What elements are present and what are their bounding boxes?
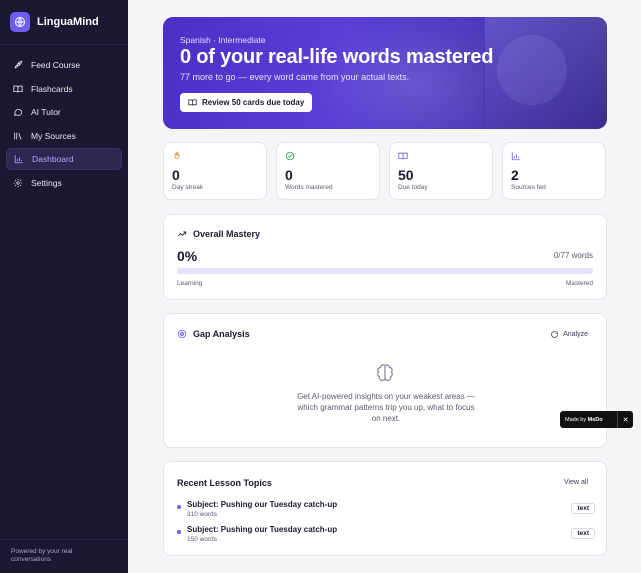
- card-title-text: Recent Lesson Topics: [177, 478, 272, 488]
- hero-description: 77 more to go — every word came from you…: [180, 72, 410, 82]
- topic-word-count: 150 words: [187, 536, 217, 543]
- brain-icon: [377, 364, 393, 382]
- brand[interactable]: LinguaMind: [10, 12, 99, 32]
- bullet-dot: [177, 505, 181, 509]
- stat-value: 50: [398, 167, 414, 183]
- topic-word-count: 310 words: [187, 511, 217, 518]
- rocket-icon: [14, 60, 23, 69]
- sidebar-item-settings[interactable]: Settings: [6, 172, 122, 194]
- mastery-progress-bar: [177, 268, 593, 274]
- stat-value: 2: [511, 167, 519, 183]
- gear-icon: [13, 178, 23, 187]
- made-by-brand: MeDo: [587, 416, 603, 423]
- stat-label: Due today: [398, 184, 428, 191]
- gap-analysis-card: Gap Analysis Analyze Get AI-powered insi…: [163, 313, 607, 448]
- sidebar-divider: [0, 44, 128, 45]
- analyze-label: Analyze: [563, 331, 588, 338]
- hero-banner: Spanish · Intermediate 0 of your real-li…: [163, 17, 607, 129]
- mastery-percent: 0%: [177, 248, 198, 264]
- progress-low-label: Learning: [177, 280, 203, 287]
- globe-icon: [10, 12, 30, 32]
- trending-up-icon: [177, 231, 187, 237]
- flame-icon: [174, 151, 180, 159]
- stat-card-due-today: 50 Due today: [389, 142, 493, 200]
- hero-subtitle: Spanish · Intermediate: [180, 35, 266, 45]
- chat-bubble-icon: [14, 108, 23, 116]
- list-item[interactable]: Subject: Pushing our Tuesday catch-up 31…: [177, 500, 595, 524]
- sidebar-item-label: Settings: [31, 177, 62, 188]
- close-icon[interactable]: ✕: [617, 411, 633, 428]
- stat-card-sources-fed: 2 Sources fed: [502, 142, 606, 200]
- overall-mastery-card: Overall Mastery 0% 0/77 words Learning M…: [163, 214, 607, 300]
- gap-empty-text: Get AI-powered insights on your weakest …: [297, 392, 475, 424]
- analyze-button[interactable]: Analyze: [550, 330, 588, 339]
- topic-title: Subject: Pushing our Tuesday catch-up: [187, 525, 338, 534]
- view-all-link[interactable]: View all: [564, 479, 588, 486]
- topic-type-badge: text: [571, 503, 595, 514]
- library-icon: [14, 132, 22, 139]
- sidebar-footer: Powered by your real conversations: [11, 548, 73, 564]
- hero-title: 0 of your real-life words mastered: [180, 46, 494, 68]
- sidebar-item-my-sources[interactable]: My Sources: [6, 125, 122, 147]
- sidebar-item-feed-course[interactable]: Feed Course: [6, 54, 122, 76]
- target-icon: [177, 329, 187, 339]
- sidebar-item-label: Dashboard: [32, 154, 74, 164]
- book-open-icon: [13, 85, 23, 92]
- card-title: Gap Analysis: [177, 329, 250, 339]
- card-title: Overall Mastery: [177, 229, 260, 239]
- sidebar-item-dashboard[interactable]: Dashboard: [6, 148, 122, 170]
- made-by-text: Made by MeDo: [565, 416, 603, 423]
- refresh-icon: [551, 331, 558, 338]
- mastery-count: 0/77 words: [553, 251, 593, 260]
- sidebar-item-ai-tutor[interactable]: AI Tutor: [6, 101, 122, 123]
- stat-card-day-streak: 0 Day streak: [163, 142, 267, 200]
- bar-chart-icon: [14, 155, 23, 164]
- check-circle-icon: [285, 151, 295, 161]
- topic-type-badge: text: [571, 528, 595, 539]
- sidebar: LinguaMind Feed Course Flashcards AI Tut…: [0, 0, 128, 573]
- card-title-text: Gap Analysis: [193, 329, 250, 339]
- book-open-icon: [398, 152, 408, 160]
- stat-label: Sources fed: [511, 184, 546, 191]
- book-open-icon: [188, 99, 197, 106]
- stat-value: 0: [172, 167, 180, 183]
- sidebar-footer-divider: [0, 539, 128, 540]
- stat-label: Words mastered: [285, 184, 333, 191]
- bullet-dot: [177, 530, 181, 534]
- topic-title: Subject: Pushing our Tuesday catch-up: [187, 500, 338, 509]
- sidebar-item-label: Feed Course: [31, 60, 81, 70]
- sidebar-item-label: Flashcards: [31, 83, 73, 94]
- sidebar-item-label: AI Tutor: [31, 107, 61, 117]
- sidebar-nav: Feed Course Flashcards AI Tutor My Sourc…: [6, 54, 122, 195]
- list-item[interactable]: Subject: Pushing our Tuesday catch-up 15…: [177, 525, 595, 549]
- stat-value: 0: [285, 167, 293, 183]
- card-title: Recent Lesson Topics: [177, 478, 272, 488]
- app-name: LinguaMind: [37, 16, 99, 28]
- card-title-text: Overall Mastery: [193, 229, 261, 239]
- bar-chart-icon: [511, 152, 520, 161]
- review-cards-button[interactable]: Review 50 cards due today: [180, 93, 313, 112]
- stat-card-words-mastered: 0 Words mastered: [276, 142, 380, 200]
- stat-label: Day streak: [172, 184, 204, 191]
- hero-background-glow: [497, 35, 567, 105]
- progress-high-label: Mastered: [565, 280, 593, 287]
- main-content: Spanish · Intermediate 0 of your real-li…: [128, 0, 641, 573]
- made-by-badge[interactable]: Made by MeDo ✕: [560, 411, 633, 428]
- review-cards-label: Review 50 cards due today: [202, 98, 305, 107]
- recent-topics-card: Recent Lesson Topics View all Subject: P…: [163, 461, 607, 556]
- sidebar-item-flashcards[interactable]: Flashcards: [6, 78, 122, 100]
- sidebar-item-label: My Sources: [31, 130, 76, 141]
